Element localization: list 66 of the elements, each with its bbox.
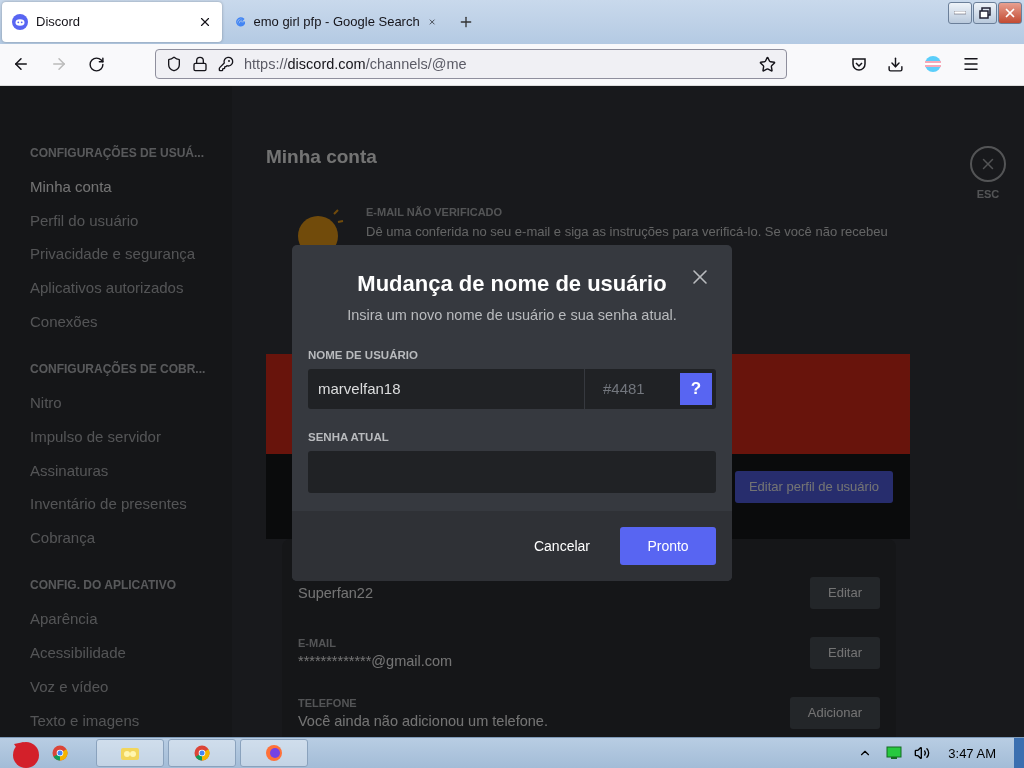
key-icon[interactable] [218,56,234,73]
field-label: SENHA ATUAL [308,430,390,443]
sidebar-item[interactable]: Impulso de servidor [30,419,232,454]
sidebar-item[interactable]: Privacidade e segurança [30,236,232,271]
notice-heading: E-MAIL NÃO VERIFICADO [366,205,504,218]
dialog-title: Mudança de nome de usuário [356,270,668,297]
dialog-subtitle: Insira um novo nome de usuário e sua senha atual. [346,306,678,323]
field-value: *************@gmail.com [298,652,453,669]
folder-icon [120,745,140,761]
shield-icon[interactable] [166,56,182,73]
sidebar-item[interactable]: Aplicativos autorizados [30,270,232,305]
field-value: Você ainda não adicionou um telefone. [298,712,548,729]
sidebar-item[interactable]: Assinaturas [30,453,232,487]
reload-icon[interactable] [88,55,105,73]
sidebar-item[interactable]: Acessibilidade [30,635,232,670]
browser-tab[interactable]: emo girl pfp - Google Search [226,1,446,42]
browser-tab[interactable]: Discord [2,1,222,42]
help-button[interactable]: ? [680,372,712,405]
sidebar-item[interactable]: Perfil do usuário [30,203,232,237]
edit-profile-button[interactable]: Editar perfil de usuário [735,470,893,503]
sidebar-item[interactable]: Cobrança [30,520,232,555]
confirm-button[interactable]: Pronto [620,526,716,565]
field-button[interactable]: Editar [810,576,880,609]
notice-text: Dê uma conferida no seu e-mail e siga as instruções para verificá-lo. Se você não recebeu [366,223,889,239]
cancel-button[interactable]: Cancelar [519,526,604,565]
field-label: NOME DE USUÁRIO [308,348,419,361]
password-field[interactable] [308,450,716,493]
sidebar-heading: CONFIGURAÇÕES DE USUÁ... [30,144,205,162]
field-label: TELEFONE [298,696,358,709]
pocket-icon[interactable] [851,56,867,73]
restore-button[interactable] [973,2,997,24]
field-button[interactable]: Editar [810,636,880,669]
sidebar-heading: CONFIG. DO APLICATIVO [30,577,177,595]
lock-icon[interactable] [192,56,208,73]
sidebar-item[interactable]: Texto e imagens [30,703,232,737]
network-icon[interactable] [886,746,903,760]
sidebar-item[interactable]: Voz e vídeo [30,669,232,704]
address-bar[interactable]: https://discord.com/channels/@me [155,49,787,80]
bookmark-star-icon[interactable] [759,55,776,73]
username-field[interactable]: marvelfan18 #4481 ? [308,368,716,409]
sidebar-item[interactable]: Aparência [30,602,232,636]
close-icon [1003,6,1017,20]
close-window-button[interactable] [998,2,1022,24]
clock[interactable]: 3:47 AM [948,745,996,761]
page-title: Minha conta [266,145,377,168]
field-label: E-MAIL [298,636,337,649]
field-button[interactable]: Adicionar [789,696,880,729]
minimize-button[interactable] [948,2,972,24]
minimize-icon [954,11,966,15]
sidebar-item[interactable]: Inventário de presentes [30,486,232,521]
esc-hint: ESC [976,187,1000,200]
chrome-icon[interactable] [194,745,210,761]
firefox-icon [265,744,283,762]
speaker-icon[interactable] [914,745,931,761]
sidebar-item[interactable]: Minha conta [30,169,232,204]
restore-icon [979,7,991,19]
sidebar-item[interactable]: Nitro [30,385,232,420]
close-circle-button[interactable] [970,145,1006,182]
taskbar-button[interactable] [168,739,236,767]
discord-logo-icon [12,13,28,30]
download-icon[interactable] [887,55,904,73]
sidebar-item[interactable]: Conexões [30,304,232,339]
sidebar-heading: CONFIGURAÇÕES DE COBR... [30,360,207,378]
taskbar-button[interactable] [240,739,308,767]
chrome-icon[interactable] [52,745,68,761]
field-value: Superfan22 [298,584,373,601]
